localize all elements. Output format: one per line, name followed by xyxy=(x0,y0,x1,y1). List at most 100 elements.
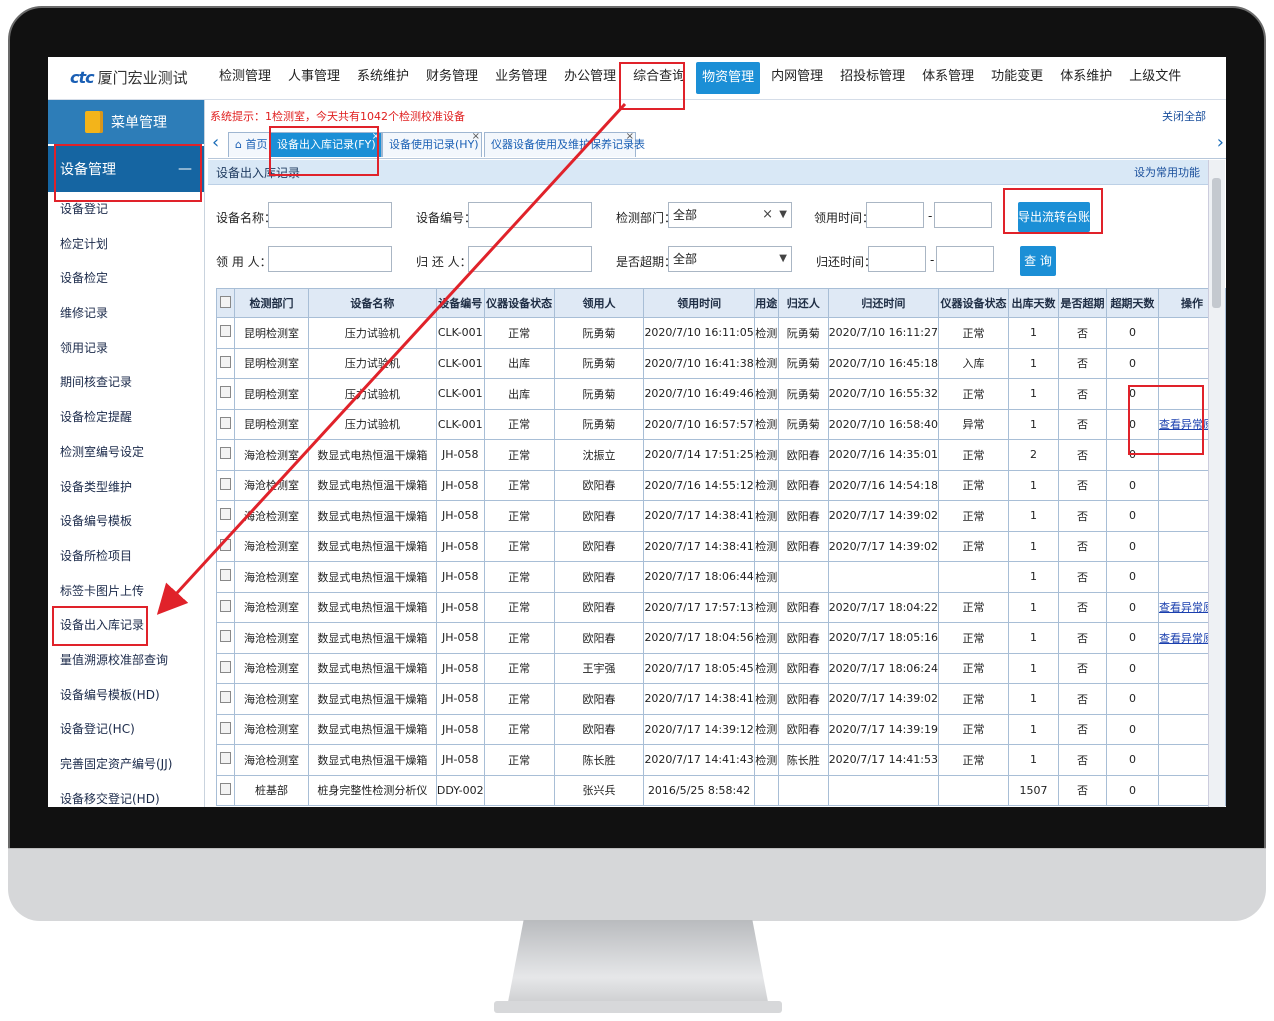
row-checkbox[interactable] xyxy=(216,591,235,623)
clear-icon[interactable]: × xyxy=(762,203,773,227)
row-checkbox[interactable] xyxy=(216,347,235,379)
row-checkbox[interactable] xyxy=(216,500,235,532)
table-row[interactable]: 海沧检测室 数显式电热恒温干燥箱 JH-058 正常 欧阳春 2020/7/16 14:5… xyxy=(216,469,1226,501)
table-row[interactable]: 海沧检测室 数显式电热恒温干燥箱 JH-058 正常 欧阳春 2020/7/17 14:3… xyxy=(216,500,1226,532)
table-row[interactable]: 昆明检测室 压力试验机 CLK-001 出库 阮勇菊 2020/7/10 16:41:38… xyxy=(216,347,1226,379)
row-checkbox[interactable] xyxy=(216,317,235,349)
table-row[interactable]: 海沧检测室 数显式电热恒温干燥箱 JH-058 正常 沈振立 2020/7/14 17:5… xyxy=(216,439,1226,471)
nav-item-10[interactable]: 体系管理 xyxy=(916,57,980,99)
nav-item-12[interactable]: 体系维护 xyxy=(1054,57,1118,99)
sidebar-item-17[interactable]: 设备移交登记(HD) xyxy=(48,782,204,807)
nav-item-0[interactable]: 检测管理 xyxy=(213,57,277,99)
checkbox-icon[interactable] xyxy=(219,447,231,460)
nav-item-3[interactable]: 财务管理 xyxy=(420,57,484,99)
checkbox-icon[interactable] xyxy=(219,416,231,429)
collapse-icon[interactable]: — xyxy=(178,161,192,177)
table-row[interactable]: 海沧检测室 数显式电热恒温干燥箱 JH-058 正常 欧阳春 2020/7/17 17:5… xyxy=(216,591,1226,623)
sidebar-item-9[interactable]: 设备编号模板 xyxy=(48,504,204,539)
borrower-input[interactable] xyxy=(268,246,392,272)
checkbox-icon[interactable] xyxy=(219,599,231,612)
device-code-input[interactable] xyxy=(468,202,592,228)
checkbox-icon[interactable] xyxy=(219,691,231,704)
table-row[interactable]: 昆明检测室 压力试验机 CLK-001 正常 阮勇菊 2020/7/10 16:11:05… xyxy=(216,317,1226,349)
checkbox-icon[interactable] xyxy=(219,325,231,338)
nav-item-8[interactable]: 内网管理 xyxy=(765,57,829,99)
chevron-down-icon[interactable]: ▼ xyxy=(779,203,787,227)
table-row[interactable]: 海沧检测室 数显式电热恒温干燥箱 JH-058 正常 欧阳春 2020/7/17 18:0… xyxy=(216,622,1226,654)
row-checkbox[interactable] xyxy=(216,774,235,806)
checkbox-icon[interactable] xyxy=(219,295,231,308)
checkbox-icon[interactable] xyxy=(219,569,231,582)
row-checkbox[interactable] xyxy=(216,713,235,745)
table-row[interactable]: 海沧检测室 数显式电热恒温干燥箱 JH-058 正常 陈长胜 2020/7/17 14:4… xyxy=(216,744,1226,776)
nav-item-13[interactable]: 上级文件 xyxy=(1123,57,1187,99)
checkbox-icon[interactable] xyxy=(219,782,231,795)
sidebar-item-15[interactable]: 设备登记(HC) xyxy=(48,712,204,747)
nav-item-7[interactable]: 物资管理 xyxy=(696,62,761,94)
checkbox-icon[interactable] xyxy=(219,386,231,399)
tab-device-usage-record[interactable]: 设备使用记录(HY) × xyxy=(382,131,482,157)
row-checkbox[interactable] xyxy=(216,530,235,562)
checkbox-icon[interactable] xyxy=(219,538,231,551)
checkbox-icon[interactable] xyxy=(219,508,231,521)
overdue-select[interactable]: 全部 ▼ xyxy=(668,246,792,272)
nav-item-5[interactable]: 办公管理 xyxy=(558,57,622,99)
scrollbar-thumb[interactable] xyxy=(1212,178,1221,308)
query-button[interactable]: 查 询 xyxy=(1020,246,1056,276)
select-all-checkbox[interactable] xyxy=(216,288,235,318)
sidebar-item-4[interactable]: 领用记录 xyxy=(48,331,204,366)
row-checkbox[interactable] xyxy=(216,469,235,501)
tab-close-icon[interactable]: × xyxy=(472,125,480,149)
tab-maintenance-record[interactable]: 仪器设备使用及维护保养记录表 × xyxy=(484,131,645,157)
table-row[interactable]: 海沧检测室 数显式电热恒温干燥箱 JH-058 正常 王宇强 2020/7/17 18:0… xyxy=(216,652,1226,684)
row-checkbox[interactable] xyxy=(216,683,235,715)
table-row[interactable]: 海沧检测室 数显式电热恒温干燥箱 JH-058 正常 欧阳春 2020/7/17 14:3… xyxy=(216,530,1226,562)
tab-device-inout-record[interactable]: 设备出入库记录(FY) × xyxy=(270,131,382,157)
return-time-end[interactable] xyxy=(936,246,994,272)
device-name-input[interactable] xyxy=(268,202,392,228)
nav-item-1[interactable]: 人事管理 xyxy=(282,57,346,99)
checkbox-icon[interactable] xyxy=(219,477,231,490)
tab-scroll-left-icon[interactable]: ‹ xyxy=(212,132,219,153)
sidebar-item-2[interactable]: 设备检定 xyxy=(48,261,204,296)
checkbox-icon[interactable] xyxy=(219,355,231,368)
dept-select[interactable]: 全部 × ▼ xyxy=(668,202,792,228)
nav-item-6[interactable]: 综合查询 xyxy=(627,57,691,99)
tab-close-icon[interactable]: × xyxy=(372,125,380,149)
table-row[interactable]: 海沧检测室 数显式电热恒温干燥箱 JH-058 正常 欧阳春 2020/7/17 14:3… xyxy=(216,683,1226,715)
sidebar-item-8[interactable]: 设备类型维护 xyxy=(48,470,204,505)
sidebar-item-16[interactable]: 完善固定资产编号(JJ) xyxy=(48,747,204,782)
sidebar-group-device-management[interactable]: 设备管理 — xyxy=(48,146,204,192)
table-row[interactable]: 桩基部 桩身完整性检测分析仪 DDY-002 张兴兵 2016/5/25 8:58:42… xyxy=(216,774,1226,806)
checkbox-icon[interactable] xyxy=(219,630,231,643)
nav-item-2[interactable]: 系统维护 xyxy=(351,57,415,99)
sidebar-item-13[interactable]: 量值溯源校准部查询 xyxy=(48,643,204,678)
row-checkbox[interactable] xyxy=(216,622,235,654)
checkbox-icon[interactable] xyxy=(219,752,231,765)
borrow-time-start[interactable] xyxy=(866,202,924,228)
sidebar-item-11[interactable]: 标签卡图片上传 xyxy=(48,574,204,609)
sidebar-item-3[interactable]: 维修记录 xyxy=(48,296,204,331)
vertical-scrollbar[interactable] xyxy=(1208,160,1225,807)
export-ledger-button[interactable]: 导出流转台账 xyxy=(1018,202,1090,232)
sidebar-item-12[interactable]: 设备出入库记录 xyxy=(48,608,204,643)
table-row[interactable]: 昆明检测室 压力试验机 CLK-001 正常 阮勇菊 2020/7/10 16:57:57… xyxy=(216,408,1226,440)
row-checkbox[interactable] xyxy=(216,378,235,410)
row-checkbox[interactable] xyxy=(216,561,235,593)
borrow-time-end[interactable] xyxy=(934,202,992,228)
close-all-tabs-link[interactable]: 关闭全部 xyxy=(1162,108,1206,124)
row-checkbox[interactable] xyxy=(216,408,235,440)
chevron-down-icon[interactable]: ▼ xyxy=(779,247,787,271)
set-favorite-link[interactable]: 设为常用功能 xyxy=(1134,164,1200,180)
sidebar-item-6[interactable]: 设备检定提醒 xyxy=(48,400,204,435)
sidebar-item-7[interactable]: 检测室编号设定 xyxy=(48,435,204,470)
table-row[interactable]: 昆明检测室 压力试验机 CLK-001 出库 阮勇菊 2020/7/10 16:49:46… xyxy=(216,378,1226,410)
sidebar-item-10[interactable]: 设备所检项目 xyxy=(48,539,204,574)
sidebar-item-1[interactable]: 检定计划 xyxy=(48,227,204,262)
checkbox-icon[interactable] xyxy=(219,721,231,734)
tab-close-icon[interactable]: × xyxy=(626,125,634,149)
returner-input[interactable] xyxy=(468,246,592,272)
tab-home[interactable]: ⌂ 首页 xyxy=(228,132,270,157)
table-row[interactable]: 海沧检测室 数显式电热恒温干燥箱 JH-058 正常 欧阳春 2020/7/17 18:0… xyxy=(216,561,1226,593)
return-time-start[interactable] xyxy=(868,246,926,272)
